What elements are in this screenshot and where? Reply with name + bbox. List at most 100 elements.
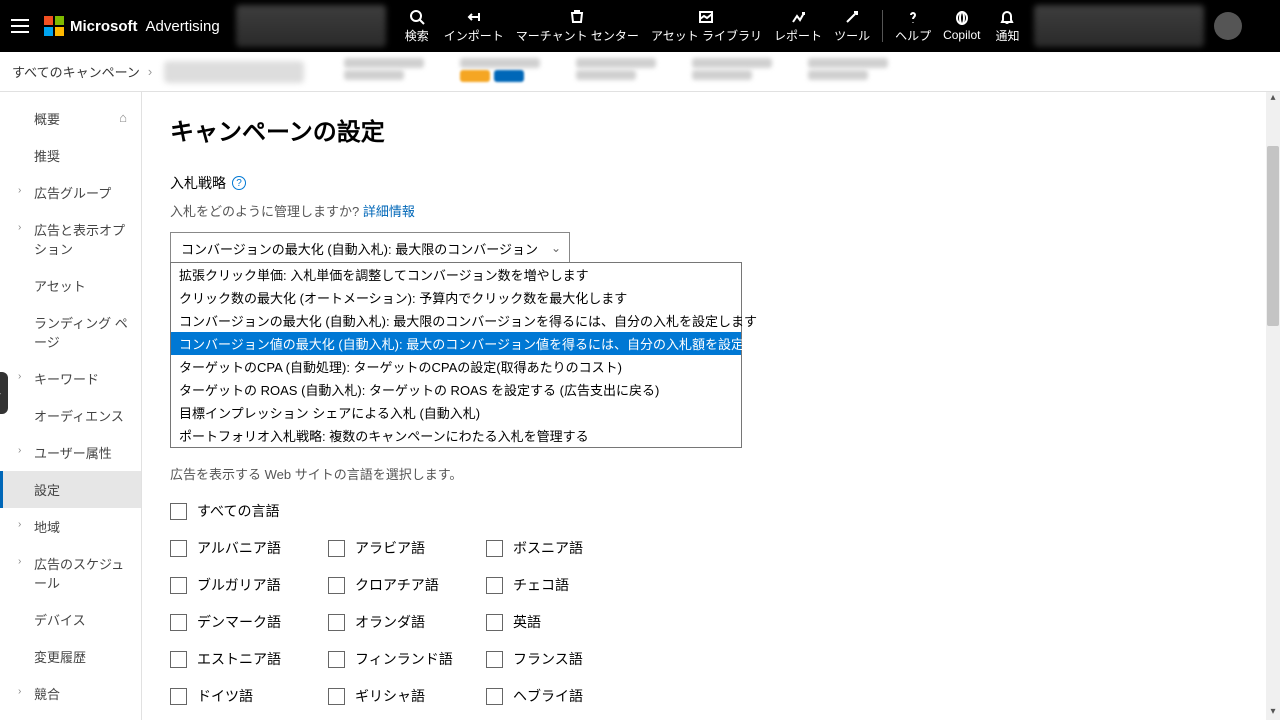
bid-strategy-label: 入札戦略 (170, 173, 226, 193)
checkbox[interactable] (328, 614, 345, 631)
tool-search[interactable]: 検索 (396, 0, 438, 52)
checkbox[interactable] (170, 577, 187, 594)
lang-label: フランス語 (513, 649, 583, 669)
sidebar-item-user-attr[interactable]: ›ユーザー属性 (0, 434, 141, 471)
breadcrumb[interactable]: すべてのキャンペーン › (0, 61, 316, 83)
checkbox[interactable] (328, 651, 345, 668)
lang-item[interactable]: アラビア語 (328, 538, 486, 558)
sidebar-item-label: 変更履歴 (34, 650, 86, 665)
tool-tools[interactable]: ツール (828, 0, 876, 52)
sidebar: 概要 ⌂ 推奨 ›広告グループ ›広告と表示オプション アセット ランディング … (0, 92, 142, 720)
sidebar-item-label: 推奨 (34, 149, 60, 164)
lang-label: クロアチア語 (355, 575, 439, 595)
lang-all[interactable]: すべての言語 (170, 501, 328, 521)
tool-label: アセット ライブラリ (651, 27, 762, 44)
lang-label: オランダ語 (355, 612, 425, 632)
tool-label: 検索 (405, 27, 429, 44)
page-title: キャンペーンの設定 (170, 112, 1252, 147)
avatar[interactable] (1214, 12, 1242, 40)
checkbox[interactable] (170, 688, 187, 705)
lang-label: ボスニア語 (513, 538, 583, 558)
bid-option[interactable]: コンバージョンの最大化 (自動入札): 最大限のコンバージョンを得るには、自分の… (171, 309, 741, 332)
checkbox[interactable] (328, 688, 345, 705)
tool-merchant[interactable]: マーチャント センター (510, 0, 645, 52)
checkbox[interactable] (328, 540, 345, 557)
sidebar-item-audience[interactable]: オーディエンス (0, 397, 141, 434)
brand[interactable]: Microsoft Advertising (40, 16, 230, 36)
checkbox[interactable] (170, 540, 187, 557)
top-navbar: Microsoft Advertising 検索 インポート マーチャント セン… (0, 0, 1280, 52)
tool-report[interactable]: レポート (768, 0, 828, 52)
checkbox[interactable] (170, 503, 187, 520)
lang-item[interactable]: アルバニア語 (170, 538, 328, 558)
lang-item[interactable]: ボスニア語 (486, 538, 666, 558)
lang-label: ドイツ語 (197, 686, 253, 706)
sidebar-item-locations[interactable]: ›地域 (0, 508, 141, 545)
bid-subtext: 入札をどのように管理しますか? (170, 204, 359, 219)
bid-option[interactable]: ターゲットのCPA (自動処理): ターゲットのCPAの設定(取得あたりのコスト… (171, 355, 741, 378)
sidebar-item-devices[interactable]: デバイス (0, 601, 141, 638)
lang-item[interactable]: ブルガリア語 (170, 575, 328, 595)
user-info[interactable] (1034, 5, 1204, 47)
sidebar-item-ads-ext[interactable]: ›広告と表示オプション (0, 211, 141, 267)
lang-item[interactable]: ギリシャ語 (328, 686, 486, 706)
menu-icon[interactable] (0, 0, 40, 52)
tool-help[interactable]: ヘルプ (889, 0, 937, 52)
lang-item[interactable]: チェコ語 (486, 575, 666, 595)
checkbox[interactable] (486, 540, 503, 557)
sidebar-item-recommend[interactable]: 推奨 (0, 137, 141, 174)
bid-option[interactable]: ポートフォリオ入札戦略: 複数のキャンペーンにわたる入札を管理する (171, 424, 741, 447)
scroll-thumb[interactable] (1267, 146, 1279, 326)
sidebar-item-adgroups[interactable]: ›広告グループ (0, 174, 141, 211)
lang-item[interactable]: ドイツ語 (170, 686, 328, 706)
sidebar-item-experiments[interactable]: 実験 (0, 712, 141, 720)
sidebar-item-competition[interactable]: ›競合 (0, 675, 141, 712)
lang-item[interactable]: 英語 (486, 612, 666, 632)
sidebar-item-label: アセット (34, 279, 86, 294)
sidebar-item-landing[interactable]: ランディング ページ (0, 304, 141, 360)
lang-label: デンマーク語 (197, 612, 281, 632)
chevron-right-icon: › (148, 64, 152, 79)
scroll-up-icon[interactable]: ▴ (1266, 92, 1280, 106)
checkbox[interactable] (486, 614, 503, 631)
lang-item[interactable]: デンマーク語 (170, 612, 328, 632)
checkbox[interactable] (486, 651, 503, 668)
scroll-down-icon[interactable]: ▾ (1266, 706, 1280, 720)
checkbox[interactable] (170, 614, 187, 631)
lang-label: ヘブライ語 (513, 686, 583, 706)
chevron-right-icon: › (18, 185, 21, 196)
checkbox[interactable] (486, 577, 503, 594)
sidebar-item-label: 地域 (34, 520, 60, 535)
scrollbar[interactable]: ▴ ▾ (1266, 92, 1280, 720)
sidebar-item-keywords[interactable]: ›キーワード (0, 360, 141, 397)
bid-option[interactable]: 目標インプレッション シェアによる入札 (自動入札) (171, 401, 741, 424)
lang-item[interactable]: フランス語 (486, 649, 666, 669)
lang-item[interactable]: エストニア語 (170, 649, 328, 669)
lang-item[interactable]: ヘブライ語 (486, 686, 666, 706)
sidebar-item-assets[interactable]: アセット (0, 267, 141, 304)
bid-option[interactable]: コンバージョン値の最大化 (自動入札): 最大のコンバージョン値を得るには、自分… (171, 332, 741, 355)
checkbox[interactable] (486, 688, 503, 705)
bid-option[interactable]: クリック数の最大化 (オートメーション): 予算内でクリック数を最大化します (171, 286, 741, 309)
checkbox[interactable] (328, 577, 345, 594)
tool-label: インポート (444, 27, 504, 44)
sidebar-item-schedule[interactable]: ›広告のスケジュール (0, 545, 141, 601)
bid-option[interactable]: ターゲットの ROAS (自動入札): ターゲットの ROAS を設定する (広… (171, 378, 741, 401)
tool-notify[interactable]: 通知 (986, 0, 1028, 52)
tool-import[interactable]: インポート (438, 0, 510, 52)
lang-item[interactable]: クロアチア語 (328, 575, 486, 595)
bid-option[interactable]: 拡張クリック単価: 入札単価を調整してコンバージョン数を増やします (171, 263, 741, 286)
account-selector[interactable] (236, 5, 386, 47)
checkbox[interactable] (170, 651, 187, 668)
sidebar-flyout-toggle[interactable]: › (0, 372, 8, 414)
lang-item[interactable]: オランダ語 (328, 612, 486, 632)
bid-more-link[interactable]: 詳細情報 (363, 204, 415, 219)
help-icon[interactable]: ? (232, 176, 246, 190)
sidebar-item-overview[interactable]: 概要 ⌂ (0, 100, 141, 137)
tool-copilot[interactable]: Copilot (937, 0, 986, 52)
sidebar-item-settings[interactable]: 設定 (0, 471, 141, 508)
tool-assets[interactable]: アセット ライブラリ (645, 0, 768, 52)
chevron-right-icon: › (18, 222, 21, 233)
lang-item[interactable]: フィンランド語 (328, 649, 486, 669)
sidebar-item-changes[interactable]: 変更履歴 (0, 638, 141, 675)
